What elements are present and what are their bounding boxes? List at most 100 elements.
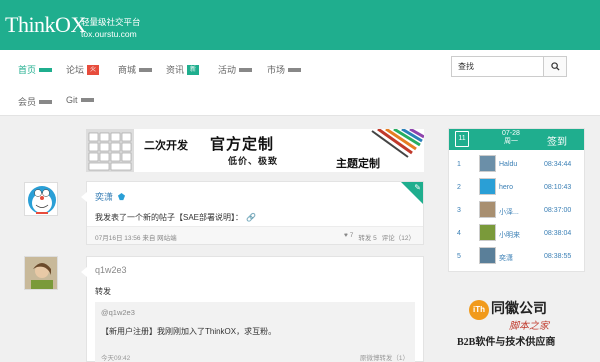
user-avatar[interactable] <box>479 224 496 241</box>
banner-text-custom: 官方定制 <box>210 136 275 153</box>
nav-label: 资讯 <box>166 65 185 75</box>
checkin-rank: 3 <box>457 207 461 214</box>
nav-bar <box>39 99 53 104</box>
quoted-post[interactable]: @q1w2e3 【新用户注册】我刚刚加入了ThinkOX，求互粉。 今天09:4… <box>95 302 415 362</box>
nav-label: 活动 <box>218 65 237 75</box>
calendar-day: 11 <box>458 135 466 142</box>
site-tagline: 轻量级社交平台 tox.ourstu.com <box>81 16 141 40</box>
checkin-time: 08:37:00 <box>544 207 572 214</box>
watermark-subtitle: 脚本之家 <box>509 321 549 332</box>
nav-item-forum[interactable]: 论坛火 <box>66 63 100 76</box>
feed-card: q1w2e3 转发 @q1w2e3 【新用户注册】我刚刚加入了ThinkOX，求… <box>81 256 424 362</box>
nav-underline <box>39 67 53 72</box>
post-actions: ♥ 7 转发 5 评论（12） <box>344 232 415 242</box>
nav-item-git[interactable]: Git <box>66 95 94 105</box>
feed-card: ✎ 奕潇 我发表了一个新的帖子【SAE部署说明】： 🔗 07月16日 13:56… <box>81 181 424 245</box>
nav-item-market[interactable]: 市场 <box>267 63 302 76</box>
quote-content: 【新用户注册】我刚刚加入了ThinkOX，求互粉。 <box>101 327 277 336</box>
nav-item-events[interactable]: 活动 <box>218 63 253 76</box>
nav-bar <box>139 67 153 72</box>
user-photo-avatar <box>25 257 57 289</box>
checkin-user[interactable]: hero <box>499 184 513 191</box>
top-header: ThinkOX 轻量级社交平台 tox.ourstu.com <box>0 0 600 50</box>
avatar[interactable] <box>24 256 58 290</box>
calendar-icon: 11 <box>455 131 469 147</box>
quote-author[interactable]: @q1w2e3 <box>101 308 135 317</box>
quote-meta[interactable]: 原微博转发（1） <box>360 352 409 362</box>
checkin-panel: 11 07-28 周一 签到 1 Haldu 08:34:44 2 hero 0… <box>448 128 585 272</box>
tagline-text: 轻量级社交平台 <box>81 17 141 27</box>
search-button[interactable] <box>543 57 566 76</box>
comment-button[interactable]: 评论（12） <box>382 232 415 242</box>
post-content: 转发 <box>95 287 111 296</box>
author-name: 奕潇 <box>95 192 114 202</box>
checkin-row: 4 小明来 08:38:04 <box>449 223 584 246</box>
checkin-time: 08:38:55 <box>544 253 572 260</box>
user-avatar[interactable] <box>479 178 496 195</box>
new-badge: 新 <box>187 64 200 75</box>
checkin-user[interactable]: 奕潇 <box>499 253 513 263</box>
nav-item-home[interactable]: 首页 <box>18 63 53 76</box>
link-icon[interactable]: 🔗 <box>246 213 256 222</box>
post-meta: 07月16日 13:56 来自 网站端 ♥ 7 转发 5 评论（12） <box>87 226 423 244</box>
nav-label: 会员 <box>18 97 37 107</box>
pin-icon: ✎ <box>414 183 421 192</box>
user-avatar[interactable] <box>479 201 496 218</box>
nav-item-news[interactable]: 资讯新 <box>166 63 200 76</box>
checkin-rank: 5 <box>457 253 461 260</box>
card-pointer <box>81 267 87 277</box>
watermark-slogan: B2B软件与技术供应商 <box>457 337 556 348</box>
date-line: 07-28 <box>502 130 520 137</box>
user-avatar[interactable] <box>479 155 496 172</box>
watermark-title: 同徽公司 <box>491 300 547 316</box>
avatar[interactable] <box>24 182 58 216</box>
sign-in-button[interactable]: 签到 <box>547 133 567 148</box>
checkin-row: 5 奕潇 08:38:55 <box>449 246 584 269</box>
checkin-user[interactable]: 小明来 <box>499 230 520 240</box>
checkin-date: 07-28 周一 <box>502 130 520 146</box>
site-logo[interactable]: ThinkOX <box>5 12 86 38</box>
like-button[interactable]: ♥ 7 <box>344 232 353 242</box>
checkin-row: 2 hero 08:10:43 <box>449 177 584 200</box>
company-logo: iTh <box>469 300 489 320</box>
search-icon <box>550 62 560 71</box>
card-pointer <box>81 192 87 202</box>
banner-text-dev: 二次开发 <box>144 140 188 152</box>
nav-label: Git <box>66 95 78 105</box>
post-author[interactable]: 奕潇 <box>95 190 126 203</box>
checkin-time: 08:10:43 <box>544 184 572 191</box>
search-box <box>451 56 567 77</box>
checkin-user[interactable]: 小泽... <box>499 207 519 217</box>
search-input[interactable] <box>452 57 544 76</box>
verified-icon <box>117 192 126 200</box>
author-name: q1w2e3 <box>95 265 127 275</box>
pencils-image <box>371 129 424 158</box>
keyboard-image <box>86 129 134 172</box>
post-text: 我发表了一个新的帖子【SAE部署说明】： <box>95 213 244 222</box>
nav-item-shop[interactable]: 商城 <box>118 63 153 76</box>
post-author[interactable]: q1w2e3 <box>95 265 127 275</box>
banner-text-price: 低价、极致 <box>228 156 279 166</box>
checkin-row: 3 小泽... 08:37:00 <box>449 200 584 223</box>
user-avatar[interactable] <box>479 247 496 264</box>
nav-label: 市场 <box>267 65 286 75</box>
post-content: 我发表了一个新的帖子【SAE部署说明】： 🔗 <box>95 212 256 223</box>
promo-banner[interactable]: 二次开发 官方定制 低价、极致 主题定制 <box>86 129 424 172</box>
post-time: 07月16日 13:56 <box>95 235 141 242</box>
like-count: 7 <box>349 232 354 239</box>
checkin-user[interactable]: Haldu <box>499 161 517 168</box>
checkin-header: 11 07-28 周一 签到 <box>449 129 584 150</box>
post-source: 来自 网站端 <box>142 235 177 242</box>
post-meta-left: 07月16日 13:56 来自 网站端 <box>95 232 177 242</box>
nav-bar <box>239 67 253 72</box>
repost-button[interactable]: 转发 5 <box>358 232 376 242</box>
checkin-row: 1 Haldu 08:34:44 <box>449 154 584 177</box>
nav-bar <box>288 67 302 72</box>
nav-item-members[interactable]: 会员 <box>18 95 53 108</box>
weekday-line: 周一 <box>503 138 518 145</box>
checkin-time: 08:38:04 <box>544 230 572 237</box>
site-domain: tox.ourstu.com <box>81 29 137 39</box>
checkin-rank: 2 <box>457 184 461 191</box>
checkin-rank: 1 <box>457 161 461 168</box>
watermark: iTh 同徽公司 脚本之家 B2B软件与技术供应商 <box>447 290 587 360</box>
